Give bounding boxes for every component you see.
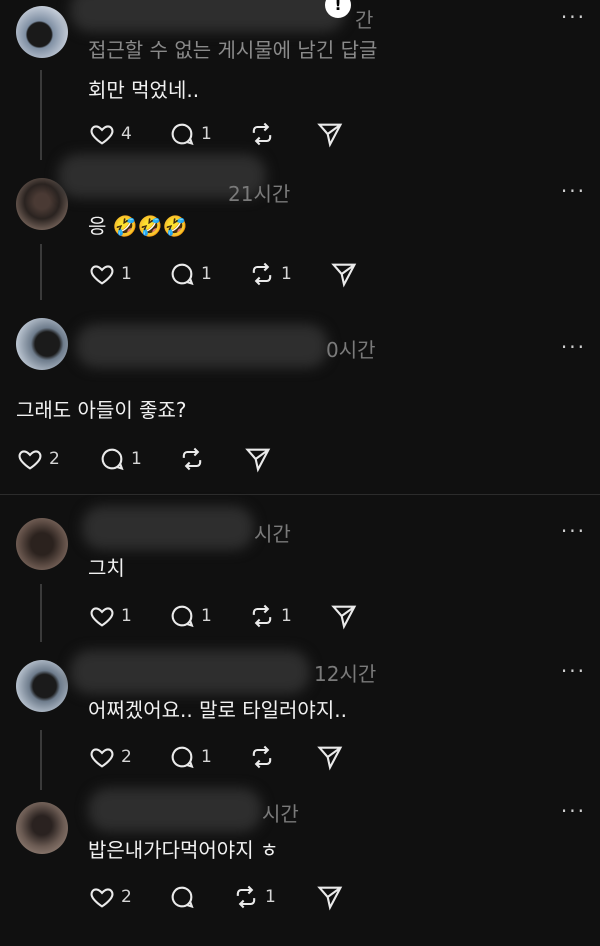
thread-line xyxy=(40,244,42,300)
reply-count: 1 xyxy=(201,264,212,284)
reply-button[interactable] xyxy=(168,882,201,912)
reply-context-label[interactable]: 접근할 수 없는 게시물에 남긴 답글 xyxy=(88,34,377,63)
redacted-username xyxy=(70,0,345,32)
reply-button[interactable]: 1 xyxy=(168,259,212,289)
send-icon xyxy=(331,263,357,288)
send-icon xyxy=(245,448,271,473)
redacted-username xyxy=(70,650,310,694)
more-options-icon[interactable]: ··· xyxy=(561,661,586,681)
like-count: 1 xyxy=(121,264,132,284)
share-button[interactable] xyxy=(316,119,344,149)
heart-icon xyxy=(90,748,114,768)
comment-icon xyxy=(171,886,194,909)
post-text: 밥은내가다먹어야지 ㅎ xyxy=(88,838,279,862)
comment-icon xyxy=(171,123,194,146)
share-button[interactable] xyxy=(330,601,358,631)
reply-button[interactable]: 1 xyxy=(168,119,212,149)
like-count: 2 xyxy=(121,887,132,907)
repost-count: 1 xyxy=(281,606,292,626)
repost-icon xyxy=(252,262,272,286)
repost-icon xyxy=(236,885,256,909)
like-count: 2 xyxy=(49,449,60,469)
more-options-icon[interactable]: ··· xyxy=(561,521,586,541)
heart-icon xyxy=(90,607,114,627)
share-button[interactable] xyxy=(330,259,358,289)
send-icon xyxy=(317,886,343,911)
post-text: 회만 먹었네.. xyxy=(88,78,200,102)
like-count: 4 xyxy=(121,124,132,144)
repost-icon xyxy=(182,447,202,471)
post-time: 시간 xyxy=(262,802,299,826)
more-options-icon[interactable]: ··· xyxy=(561,7,586,27)
reply-count: 1 xyxy=(201,606,212,626)
post-text: 응 🤣🤣🤣 xyxy=(88,214,188,238)
repost-count: 1 xyxy=(265,887,276,907)
post-time: 21시간 xyxy=(228,182,291,206)
like-button[interactable]: 2 xyxy=(88,882,132,912)
post-time: 0시간 xyxy=(326,338,376,362)
post-text: 그래도 아들이 좋죠? xyxy=(16,398,187,422)
send-icon xyxy=(331,605,357,630)
thread-line xyxy=(40,584,42,642)
like-button[interactable]: 1 xyxy=(88,259,132,289)
repost-button[interactable]: 1 xyxy=(232,882,276,912)
repost-count: 1 xyxy=(281,264,292,284)
redacted-username xyxy=(76,324,328,368)
redacted-username xyxy=(82,506,254,550)
like-button[interactable]: 2 xyxy=(88,742,132,772)
post-time: 12시간 xyxy=(314,662,377,686)
like-button[interactable]: 4 xyxy=(88,119,132,149)
like-button[interactable]: 1 xyxy=(88,601,132,631)
share-button[interactable] xyxy=(316,882,344,912)
heart-icon xyxy=(90,888,114,908)
avatar[interactable] xyxy=(16,518,68,570)
reply-count: 1 xyxy=(131,449,142,469)
thread-line xyxy=(40,70,42,160)
repost-icon xyxy=(252,122,272,146)
share-button[interactable] xyxy=(244,444,272,474)
comment-icon xyxy=(171,263,194,286)
heart-icon xyxy=(18,450,42,470)
send-icon xyxy=(317,746,343,771)
like-button[interactable]: 2 xyxy=(16,444,60,474)
post-text: 어쩌겠어요.. 말로 타일러야지.. xyxy=(88,698,347,722)
comment-icon xyxy=(101,448,124,471)
redacted-username xyxy=(88,788,262,832)
more-options-icon[interactable]: ··· xyxy=(561,801,586,821)
repost-button[interactable] xyxy=(248,119,281,149)
avatar[interactable] xyxy=(16,318,68,370)
post-time: 간 xyxy=(355,8,374,32)
like-count: 1 xyxy=(121,606,132,626)
repost-button[interactable] xyxy=(178,444,211,474)
repost-icon xyxy=(252,745,272,769)
reply-button[interactable]: 1 xyxy=(98,444,142,474)
comment-icon xyxy=(171,605,194,628)
thread-line xyxy=(40,730,42,790)
avatar[interactable] xyxy=(16,802,68,854)
section-divider xyxy=(0,494,600,495)
share-button[interactable] xyxy=(316,742,344,772)
more-options-icon[interactable]: ··· xyxy=(561,181,586,201)
post-text: 그치 xyxy=(88,556,125,580)
like-count: 2 xyxy=(121,747,132,767)
post-time: 시간 xyxy=(254,522,291,546)
reply-button[interactable]: 1 xyxy=(168,742,212,772)
reply-count: 1 xyxy=(201,124,212,144)
repost-icon xyxy=(252,604,272,628)
repost-button[interactable]: 1 xyxy=(248,601,292,631)
avatar[interactable] xyxy=(16,660,68,712)
repost-button[interactable]: 1 xyxy=(248,259,292,289)
comment-icon xyxy=(171,746,194,769)
heart-icon xyxy=(90,265,114,285)
send-icon xyxy=(317,123,343,148)
repost-button[interactable] xyxy=(248,742,281,772)
more-options-icon[interactable]: ··· xyxy=(561,337,586,357)
avatar[interactable] xyxy=(16,6,68,58)
reply-count: 1 xyxy=(201,747,212,767)
heart-icon xyxy=(90,125,114,145)
reply-button[interactable]: 1 xyxy=(168,601,212,631)
